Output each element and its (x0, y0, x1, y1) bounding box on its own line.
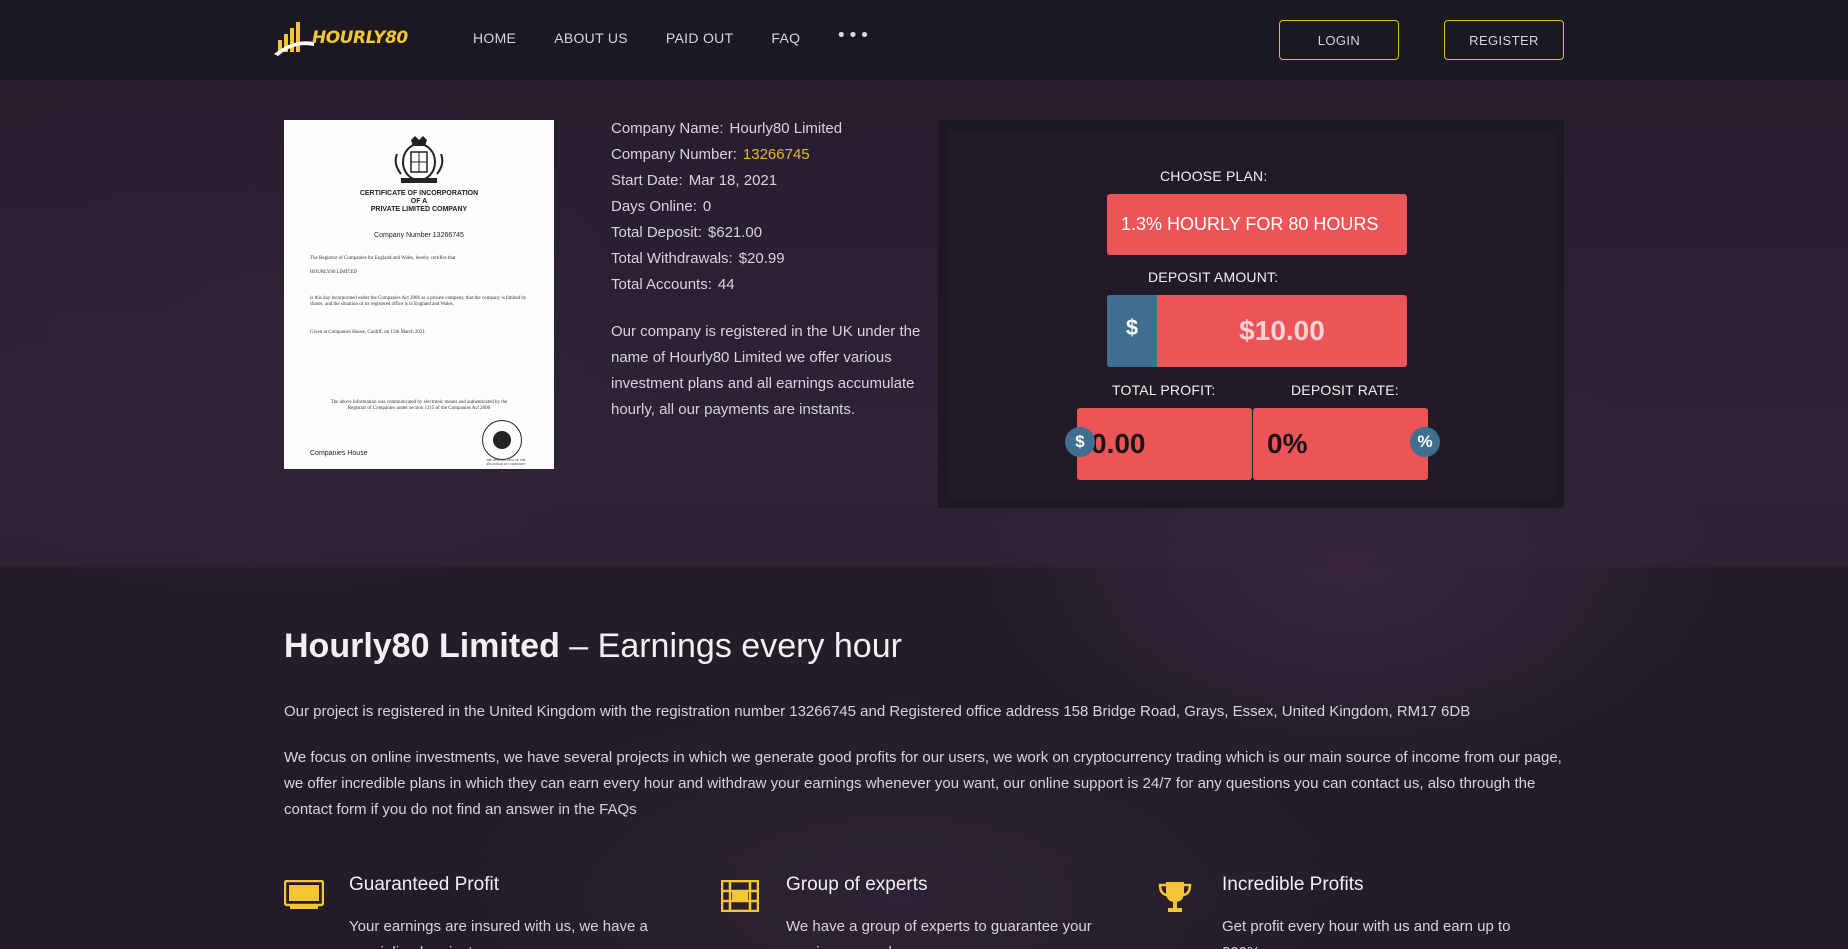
nav-links: HOME ABOUT US PAID OUT FAQ (473, 30, 838, 46)
register-button[interactable]: REGISTER (1444, 20, 1564, 60)
logo-text: HOURLY80 (312, 28, 408, 48)
film-icon (721, 880, 759, 912)
login-button[interactable]: LOGIN (1279, 20, 1399, 60)
top-navbar: HOURLY80 HOME ABOUT US PAID OUT FAQ ••• … (0, 0, 1848, 80)
info-total-withdrawals: Total Withdrawals: $20.99 (611, 250, 785, 267)
choose-plan-label: CHOOSE PLAN: (1160, 168, 1268, 184)
info-start-date: Start Date: Mar 18, 2021 (611, 172, 778, 189)
more-menu-icon[interactable]: ••• (836, 25, 871, 46)
company-description: Our company is registered in the UK unde… (611, 323, 921, 418)
company-info: Company Name: Hourly80 Limited Company Nu… (611, 116, 931, 423)
info-days-online: Days Online: 0 (611, 198, 712, 215)
certificate-company-line: HOURLY80 LIMITED (310, 270, 358, 275)
certificate-given-line: Given at Companies House, Cardiff, on 15… (310, 330, 427, 335)
deposit-rate-value: 0% (1253, 408, 1428, 480)
feature-desc: We have a group of experts to guarantee … (786, 918, 1092, 949)
about-section: Hourly80 Limited – Earnings every hour O… (284, 622, 1574, 823)
certificate-title-line-1: CERTIFICATE OF INCORPORATION (359, 190, 479, 197)
royal-crest-icon (394, 136, 444, 183)
seal-label: THE OFFICIAL SEAL OF THE REGISTRAR OF CO… (486, 458, 526, 466)
nav-paid-out[interactable]: PAID OUT (666, 30, 733, 46)
profit-dollar-icon: $ (1065, 427, 1095, 457)
certificate-title-line-3: PRIVATE LIMITED COMPANY (370, 206, 468, 213)
about-registration-text: Our project is registered in the United … (284, 703, 1471, 720)
official-seal-icon (482, 420, 522, 460)
certificate-company-number: Company Number 13266745 (374, 232, 464, 239)
feature-desc: Get profit every hour with us and earn u… (1222, 918, 1511, 949)
company-number-link[interactable]: 13266745 (743, 146, 810, 163)
dollar-icon: $ (1107, 295, 1157, 367)
info-company-name: Company Name: Hourly80 Limited (611, 120, 843, 137)
certificate-title-line-2: OF A (410, 198, 428, 205)
deposit-amount-label: DEPOSIT AMOUNT: (1148, 269, 1279, 285)
total-profit-label: TOTAL PROFIT: (1112, 382, 1216, 398)
feature-title: Incredible Profits (1222, 874, 1364, 895)
rate-percent-icon: % (1410, 427, 1440, 457)
info-total-deposit: Total Deposit: $621.00 (611, 224, 763, 241)
certificate-image: CERTIFICATE OF INCORPORATION OF A PRIVAT… (284, 120, 554, 469)
companies-house-label: Companies House (310, 450, 368, 457)
certificate-incorporated-line: is this day incorporated under the Compa… (310, 296, 527, 307)
nav-faq[interactable]: FAQ (771, 30, 800, 46)
total-profit-value: 0.00 (1077, 408, 1252, 480)
certificate-registrar-line: The Registrar of Companies for England a… (310, 256, 456, 261)
deposit-amount-input[interactable]: $10.00 (1157, 295, 1407, 367)
about-focus-text: We focus on online investments, we have … (284, 749, 1562, 818)
nav-about-us[interactable]: ABOUT US (554, 30, 628, 46)
logo[interactable]: HOURLY80 (274, 20, 429, 58)
certificate-footer-line: The above information was communicated b… (330, 400, 508, 411)
feature-title: Guaranteed Profit (349, 874, 499, 895)
feature-desc: Your earnings are insured with us, we ha… (349, 918, 648, 949)
feature-title: Group of experts (786, 874, 928, 895)
deposit-rate-label: DEPOSIT RATE: (1291, 382, 1399, 398)
trophy-icon (1158, 882, 1192, 912)
logo-chart-icon (274, 22, 314, 56)
monitor-icon (284, 880, 324, 909)
about-title: Hourly80 Limited – Earnings every hour (284, 627, 902, 665)
profit-calculator: CHOOSE PLAN: 1.3% HOURLY FOR 80 HOURS DE… (938, 120, 1564, 508)
info-total-accounts: Total Accounts: 44 (611, 276, 735, 293)
plan-select[interactable]: 1.3% HOURLY FOR 80 HOURS (1107, 194, 1407, 255)
deposit-amount-field: $ $10.00 (1107, 295, 1407, 367)
info-company-number: Company Number: 13266745 (611, 146, 810, 163)
nav-home[interactable]: HOME (473, 30, 516, 46)
